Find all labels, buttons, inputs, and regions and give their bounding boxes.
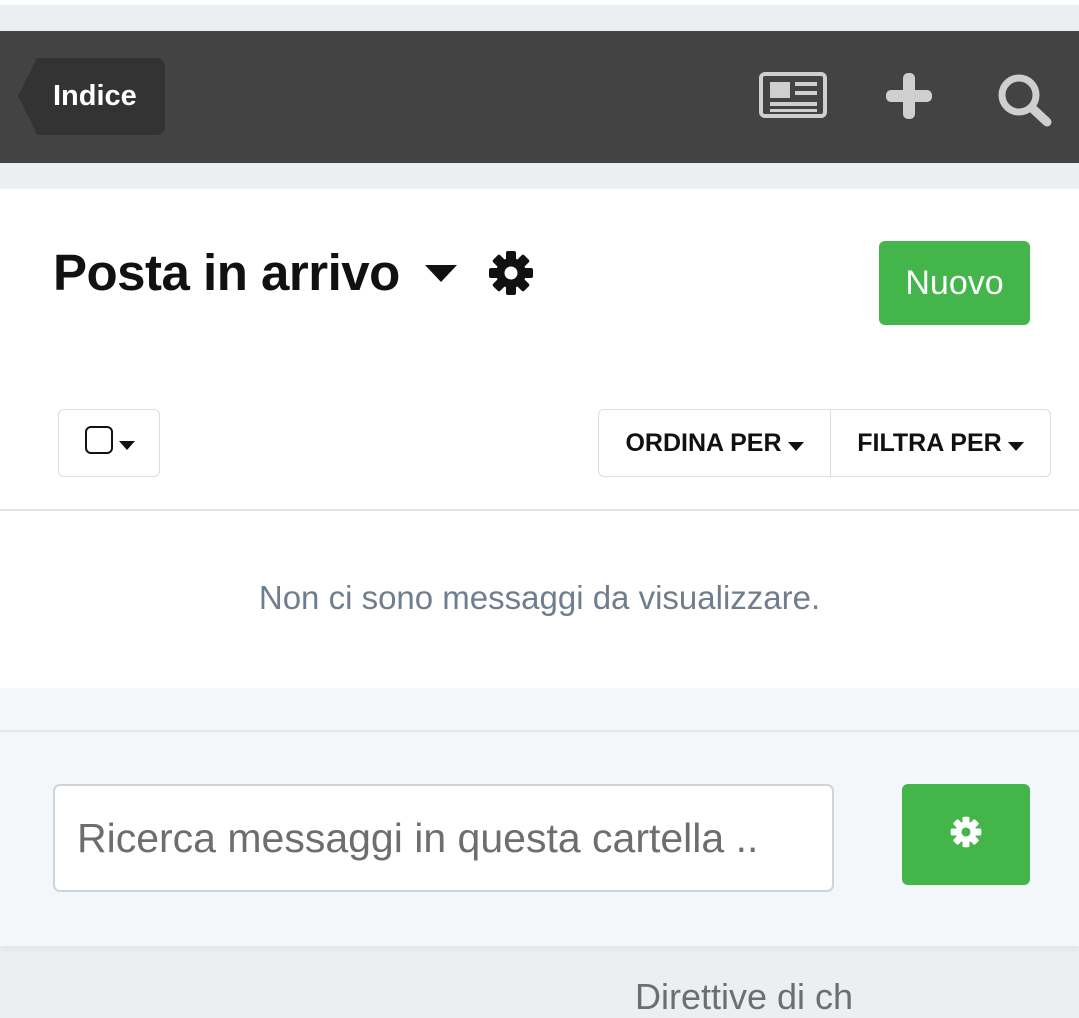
select-all-dropdown[interactable]	[58, 409, 160, 477]
search-icon[interactable]	[996, 72, 1054, 133]
filter-by-label: FILTRA PER	[857, 428, 1002, 457]
newspaper-icon[interactable]	[759, 71, 827, 124]
chevron-down-icon	[119, 437, 135, 455]
sort-by-label: ORDINA PER	[625, 428, 782, 457]
mailbox-panel: Posta in arrivo Nuovo ORDINA PER FILTRA …	[0, 189, 1079, 688]
footer-link-partial[interactable]: Direttive di ch	[635, 976, 853, 1018]
select-all-checkbox[interactable]	[85, 426, 113, 454]
search-messages-input[interactable]	[53, 784, 834, 892]
page-title: Posta in arrivo	[53, 244, 400, 301]
top-navigation-bar: Indice	[0, 31, 1079, 163]
chevron-down-icon	[1007, 429, 1024, 458]
top-strip	[0, 0, 1079, 5]
back-button[interactable]: Indice	[18, 58, 165, 135]
sort-filter-group: ORDINA PER FILTRA PER	[598, 409, 1051, 477]
divider	[0, 509, 1079, 511]
back-button-label: Indice	[53, 80, 137, 112]
folder-dropdown-icon[interactable]	[425, 265, 457, 288]
divider	[0, 730, 1079, 732]
search-panel	[0, 688, 1079, 946]
new-message-button[interactable]: Nuovo	[879, 241, 1030, 325]
plus-icon[interactable]	[885, 72, 933, 125]
empty-message: Non ci sono messaggi da visualizzare.	[258, 579, 821, 616]
gear-icon	[950, 816, 982, 853]
chevron-down-icon	[787, 429, 804, 458]
filter-by-button[interactable]: FILTRA PER	[831, 410, 1050, 476]
search-options-button[interactable]	[902, 784, 1030, 885]
folder-settings-icon[interactable]	[488, 250, 534, 301]
sort-by-button[interactable]: ORDINA PER	[599, 410, 831, 476]
